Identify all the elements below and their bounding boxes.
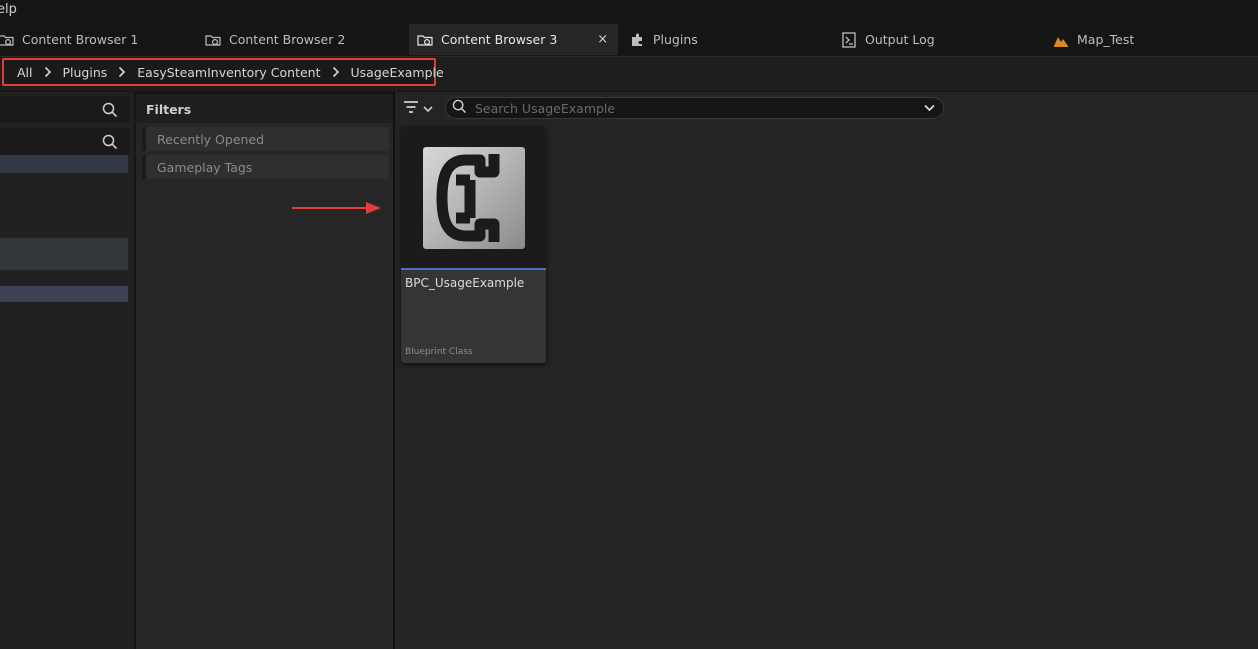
filters-title: Filters xyxy=(146,102,192,117)
map-icon xyxy=(1052,31,1069,48)
menu-bar xyxy=(0,0,1258,22)
search-icon xyxy=(452,99,467,118)
content-browser-icon xyxy=(416,31,433,48)
tab-content-browser-1[interactable]: Content Browser 1 xyxy=(0,24,138,55)
filter-label: Recently Opened xyxy=(157,131,265,147)
chevron-down-icon[interactable] xyxy=(924,101,935,116)
folder-row[interactable] xyxy=(0,238,128,270)
search-icon[interactable] xyxy=(102,102,118,118)
tab-output-log[interactable]: Output Log xyxy=(840,24,935,55)
tab-content-browser-2[interactable]: Content Browser 2 xyxy=(204,24,345,55)
chevron-right-icon[interactable] xyxy=(332,66,340,78)
sources-search-field[interactable] xyxy=(0,128,130,155)
tab-label: Output Log xyxy=(865,32,935,47)
filter-label: Gameplay Tags xyxy=(157,159,253,175)
breadcrumb-item-plugins[interactable]: Plugins xyxy=(63,65,108,80)
content-browser-icon xyxy=(0,31,14,48)
asset-name: BPC_UsageExample xyxy=(405,276,525,290)
tab-label: Content Browser 2 xyxy=(229,32,346,47)
filter-dropdown-button[interactable] xyxy=(403,99,437,119)
tab-map-test[interactable]: Map_Test xyxy=(1052,24,1134,55)
asset-thumbnail xyxy=(401,126,546,268)
plugins-icon xyxy=(628,31,645,48)
filter-icon xyxy=(403,100,419,118)
tab-label: Plugins xyxy=(653,32,698,47)
tab-label: Map_Test xyxy=(1077,32,1135,47)
chevron-right-icon[interactable] xyxy=(44,66,52,78)
search-input[interactable] xyxy=(473,99,924,117)
annotation-arrow-icon xyxy=(292,202,381,214)
filter-recently-opened[interactable]: Recently Opened xyxy=(142,127,389,151)
output-log-icon xyxy=(840,31,857,48)
breadcrumb-item-all[interactable]: All xyxy=(17,65,33,80)
asset-search-bar[interactable] xyxy=(445,97,944,119)
chevron-down-icon xyxy=(423,102,433,117)
folder-row-selected[interactable] xyxy=(0,286,128,302)
favorites-search-field[interactable] xyxy=(0,96,130,123)
tab-label: Content Browser 3 xyxy=(441,32,558,47)
menu-help[interactable]: elp xyxy=(0,2,17,17)
chevron-right-icon[interactable] xyxy=(118,66,126,78)
search-icon[interactable] xyxy=(102,134,118,150)
breadcrumb-item-easysteaminventory-content[interactable]: EasySteamInventory Content xyxy=(137,65,320,80)
tab-plugins[interactable]: Plugins xyxy=(628,24,698,55)
breadcrumb-item-usageexample[interactable]: UsageExample xyxy=(351,65,444,80)
asset-tile[interactable]: BPC_UsageExample Blueprint Class xyxy=(401,126,546,363)
tab-label: Content Browser 1 xyxy=(22,32,139,47)
blueprint-class-icon xyxy=(423,147,525,249)
content-browser-icon xyxy=(204,31,221,48)
asset-type-label: Blueprint Class xyxy=(405,347,473,357)
sources-panel xyxy=(0,92,134,649)
tab-content-browser-3[interactable]: Content Browser 3 × xyxy=(409,24,618,55)
filter-gameplay-tags[interactable]: Gameplay Tags xyxy=(142,155,389,179)
asset-type-accent xyxy=(401,268,546,270)
breadcrumb: All Plugins EasySteamInventory Content U… xyxy=(2,58,444,86)
close-icon[interactable]: × xyxy=(597,32,608,47)
folder-row[interactable] xyxy=(0,155,128,173)
